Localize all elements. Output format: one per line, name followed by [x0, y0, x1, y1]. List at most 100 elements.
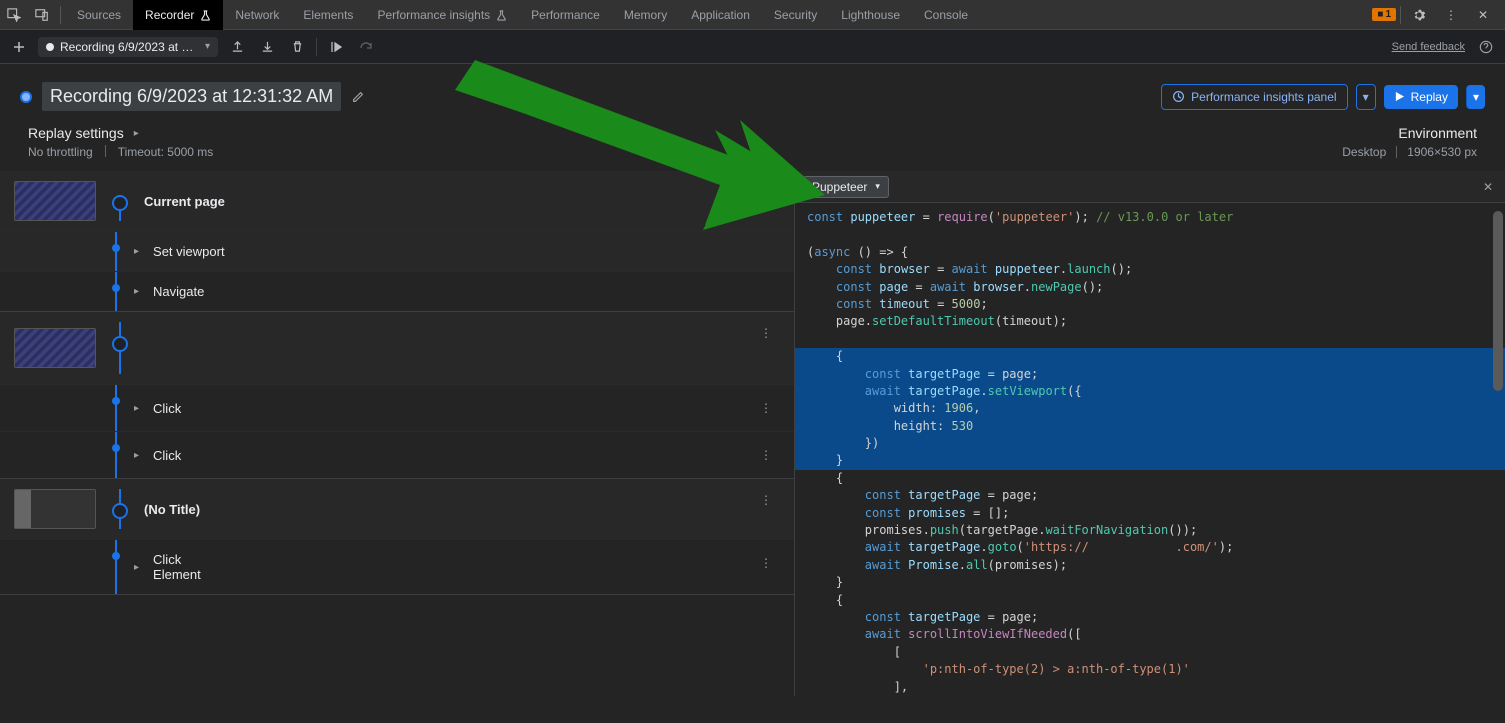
code-line: await targetPage.setViewport({ [795, 383, 1505, 400]
export-format-select[interactable]: Puppeteer ▾ [803, 176, 889, 198]
chevron-right-icon: ▸ [134, 286, 139, 297]
code-line: const page = await browser.newPage(); [795, 279, 1505, 296]
chevron-right-icon: ▸ [134, 562, 139, 573]
code-line: [ [795, 644, 1505, 661]
step-click-1[interactable]: ▸ Click ⋮ [0, 384, 794, 431]
throttling-label: No throttling [28, 145, 93, 159]
step-thumbnail [14, 489, 96, 529]
kebab-menu-icon[interactable]: ⋮ [1437, 0, 1465, 30]
main-split: Current page ⋮ ▸ Set viewport ▸ Navigate… [0, 171, 1505, 696]
step-kebab-icon[interactable]: ⋮ [752, 552, 780, 574]
code-line: } [795, 574, 1505, 591]
code-line: { [795, 592, 1505, 609]
scrollbar[interactable] [1491, 203, 1505, 696]
flask-icon [496, 10, 507, 21]
perf-insights-button[interactable]: Performance insights panel [1161, 84, 1347, 110]
chevron-right-icon: ▸ [134, 450, 139, 461]
timeout-label: Timeout: 5000 ms [118, 145, 214, 159]
step-group-2[interactable]: ⋮ [0, 312, 794, 384]
select-value: Puppeteer [812, 180, 867, 194]
tab-network[interactable]: Network [223, 0, 291, 30]
step-set-viewport[interactable]: ▸ Set viewport [0, 231, 794, 271]
tab-sources[interactable]: Sources [65, 0, 133, 30]
step-label: Navigate [153, 284, 204, 299]
step-navigate[interactable]: ▸ Navigate [0, 271, 794, 311]
step-label: Click [153, 401, 181, 416]
code-line: await scrollIntoViewIfNeeded([ [795, 626, 1505, 643]
chevron-down-icon: ▾ [205, 41, 210, 52]
steps-pane: Current page ⋮ ▸ Set viewport ▸ Navigate… [0, 171, 795, 696]
tab-recorder[interactable]: Recorder [133, 0, 223, 30]
settings-gear-icon[interactable] [1405, 0, 1433, 30]
send-feedback-link[interactable]: Send feedback [1392, 41, 1465, 53]
step-label: ClickElement [153, 552, 201, 582]
step-kebab-icon[interactable]: ⋮ [752, 444, 780, 466]
code-line: await Promise.all(promises); [795, 557, 1505, 574]
perf-insights-dropdown[interactable]: ▾ [1356, 84, 1376, 110]
step-no-title[interactable]: (No Title) ⋮ [0, 479, 794, 539]
code-body[interactable]: const puppeteer = require('puppeteer'); … [795, 203, 1505, 696]
tab-performance[interactable]: Performance [519, 0, 612, 30]
replay-dropdown[interactable]: ▾ [1466, 85, 1485, 109]
step-kebab-icon[interactable]: ⋮ [752, 322, 780, 344]
chevron-down-icon: ▾ [875, 181, 880, 192]
tab-application[interactable]: Application [679, 0, 762, 30]
tab-performance-insights[interactable]: Performance insights [365, 0, 519, 30]
env-device: Desktop [1342, 145, 1386, 159]
step-thumbnail [14, 328, 96, 368]
code-line: { [795, 348, 1505, 365]
inspect-icon[interactable] [0, 0, 28, 30]
code-line: page.setDefaultTimeout(timeout); [795, 313, 1505, 330]
recording-name: Recording 6/9/2023 at 12... [60, 40, 199, 54]
step-kebab-icon[interactable]: ⋮ [752, 181, 780, 203]
flask-icon [200, 10, 211, 21]
export-icon[interactable] [226, 36, 248, 58]
env-size: 1906×530 px [1407, 145, 1477, 159]
step-kebab-icon[interactable]: ⋮ [752, 489, 780, 511]
chevron-right-icon: ▸ [134, 246, 139, 257]
step-current-page[interactable]: Current page ⋮ [0, 171, 794, 231]
step-click-2[interactable]: ▸ Click ⋮ [0, 431, 794, 478]
step-label: (No Title) [144, 502, 200, 517]
step-kebab-icon[interactable]: ⋮ [752, 397, 780, 419]
code-line: (async () => { [795, 244, 1505, 261]
close-code-icon[interactable]: ✕ [1479, 176, 1497, 198]
tab-elements[interactable]: Elements [291, 0, 365, 30]
step-label: Click [153, 448, 181, 463]
step-click-3[interactable]: ▸ ClickElement ⋮ [0, 539, 794, 594]
expand-settings-icon[interactable]: ▸ [134, 128, 139, 139]
new-recording-icon[interactable] [8, 36, 30, 58]
code-line: { [795, 470, 1505, 487]
code-line: const promises = []; [795, 505, 1505, 522]
step-label: Set viewport [153, 244, 225, 259]
tab-console[interactable]: Console [912, 0, 980, 30]
code-line: }) [795, 435, 1505, 452]
code-line [795, 226, 1505, 243]
code-line: const targetPage = page; [795, 609, 1505, 626]
replay-settings-heading: Replay settings [28, 125, 124, 141]
replay-button[interactable]: Replay [1384, 85, 1458, 109]
tab-security[interactable]: Security [762, 0, 829, 30]
record-dot-icon [46, 43, 54, 51]
close-devtools-icon[interactable]: ✕ [1469, 0, 1497, 30]
edit-title-icon[interactable] [351, 90, 365, 104]
step-play-icon[interactable] [325, 36, 347, 58]
code-header: Puppeteer ▾ ✕ [795, 171, 1505, 203]
title-row: Recording 6/9/2023 at 12:31:32 AM Perfor… [0, 64, 1505, 119]
code-line: const timeout = 5000; [795, 296, 1505, 313]
code-line: height: 530 [795, 418, 1505, 435]
recording-select[interactable]: Recording 6/9/2023 at 12... ▾ [38, 37, 218, 57]
help-icon[interactable] [1475, 36, 1497, 58]
code-line: 'p:nth-of-type(2) > a:nth-of-type(1)' [795, 661, 1505, 678]
issues-badge[interactable]: ■1 [1372, 8, 1396, 21]
device-toggle-icon[interactable] [28, 0, 56, 30]
code-line: } [795, 452, 1505, 469]
recorder-toolbar: Recording 6/9/2023 at 12... ▾ Send feedb… [0, 30, 1505, 64]
devtools-tabbar: SourcesRecorderNetworkElementsPerformanc… [0, 0, 1505, 30]
code-line: const browser = await puppeteer.launch()… [795, 261, 1505, 278]
import-icon[interactable] [256, 36, 278, 58]
tab-memory[interactable]: Memory [612, 0, 679, 30]
page-title[interactable]: Recording 6/9/2023 at 12:31:32 AM [42, 82, 341, 111]
tab-lighthouse[interactable]: Lighthouse [829, 0, 912, 30]
delete-icon[interactable] [286, 36, 308, 58]
